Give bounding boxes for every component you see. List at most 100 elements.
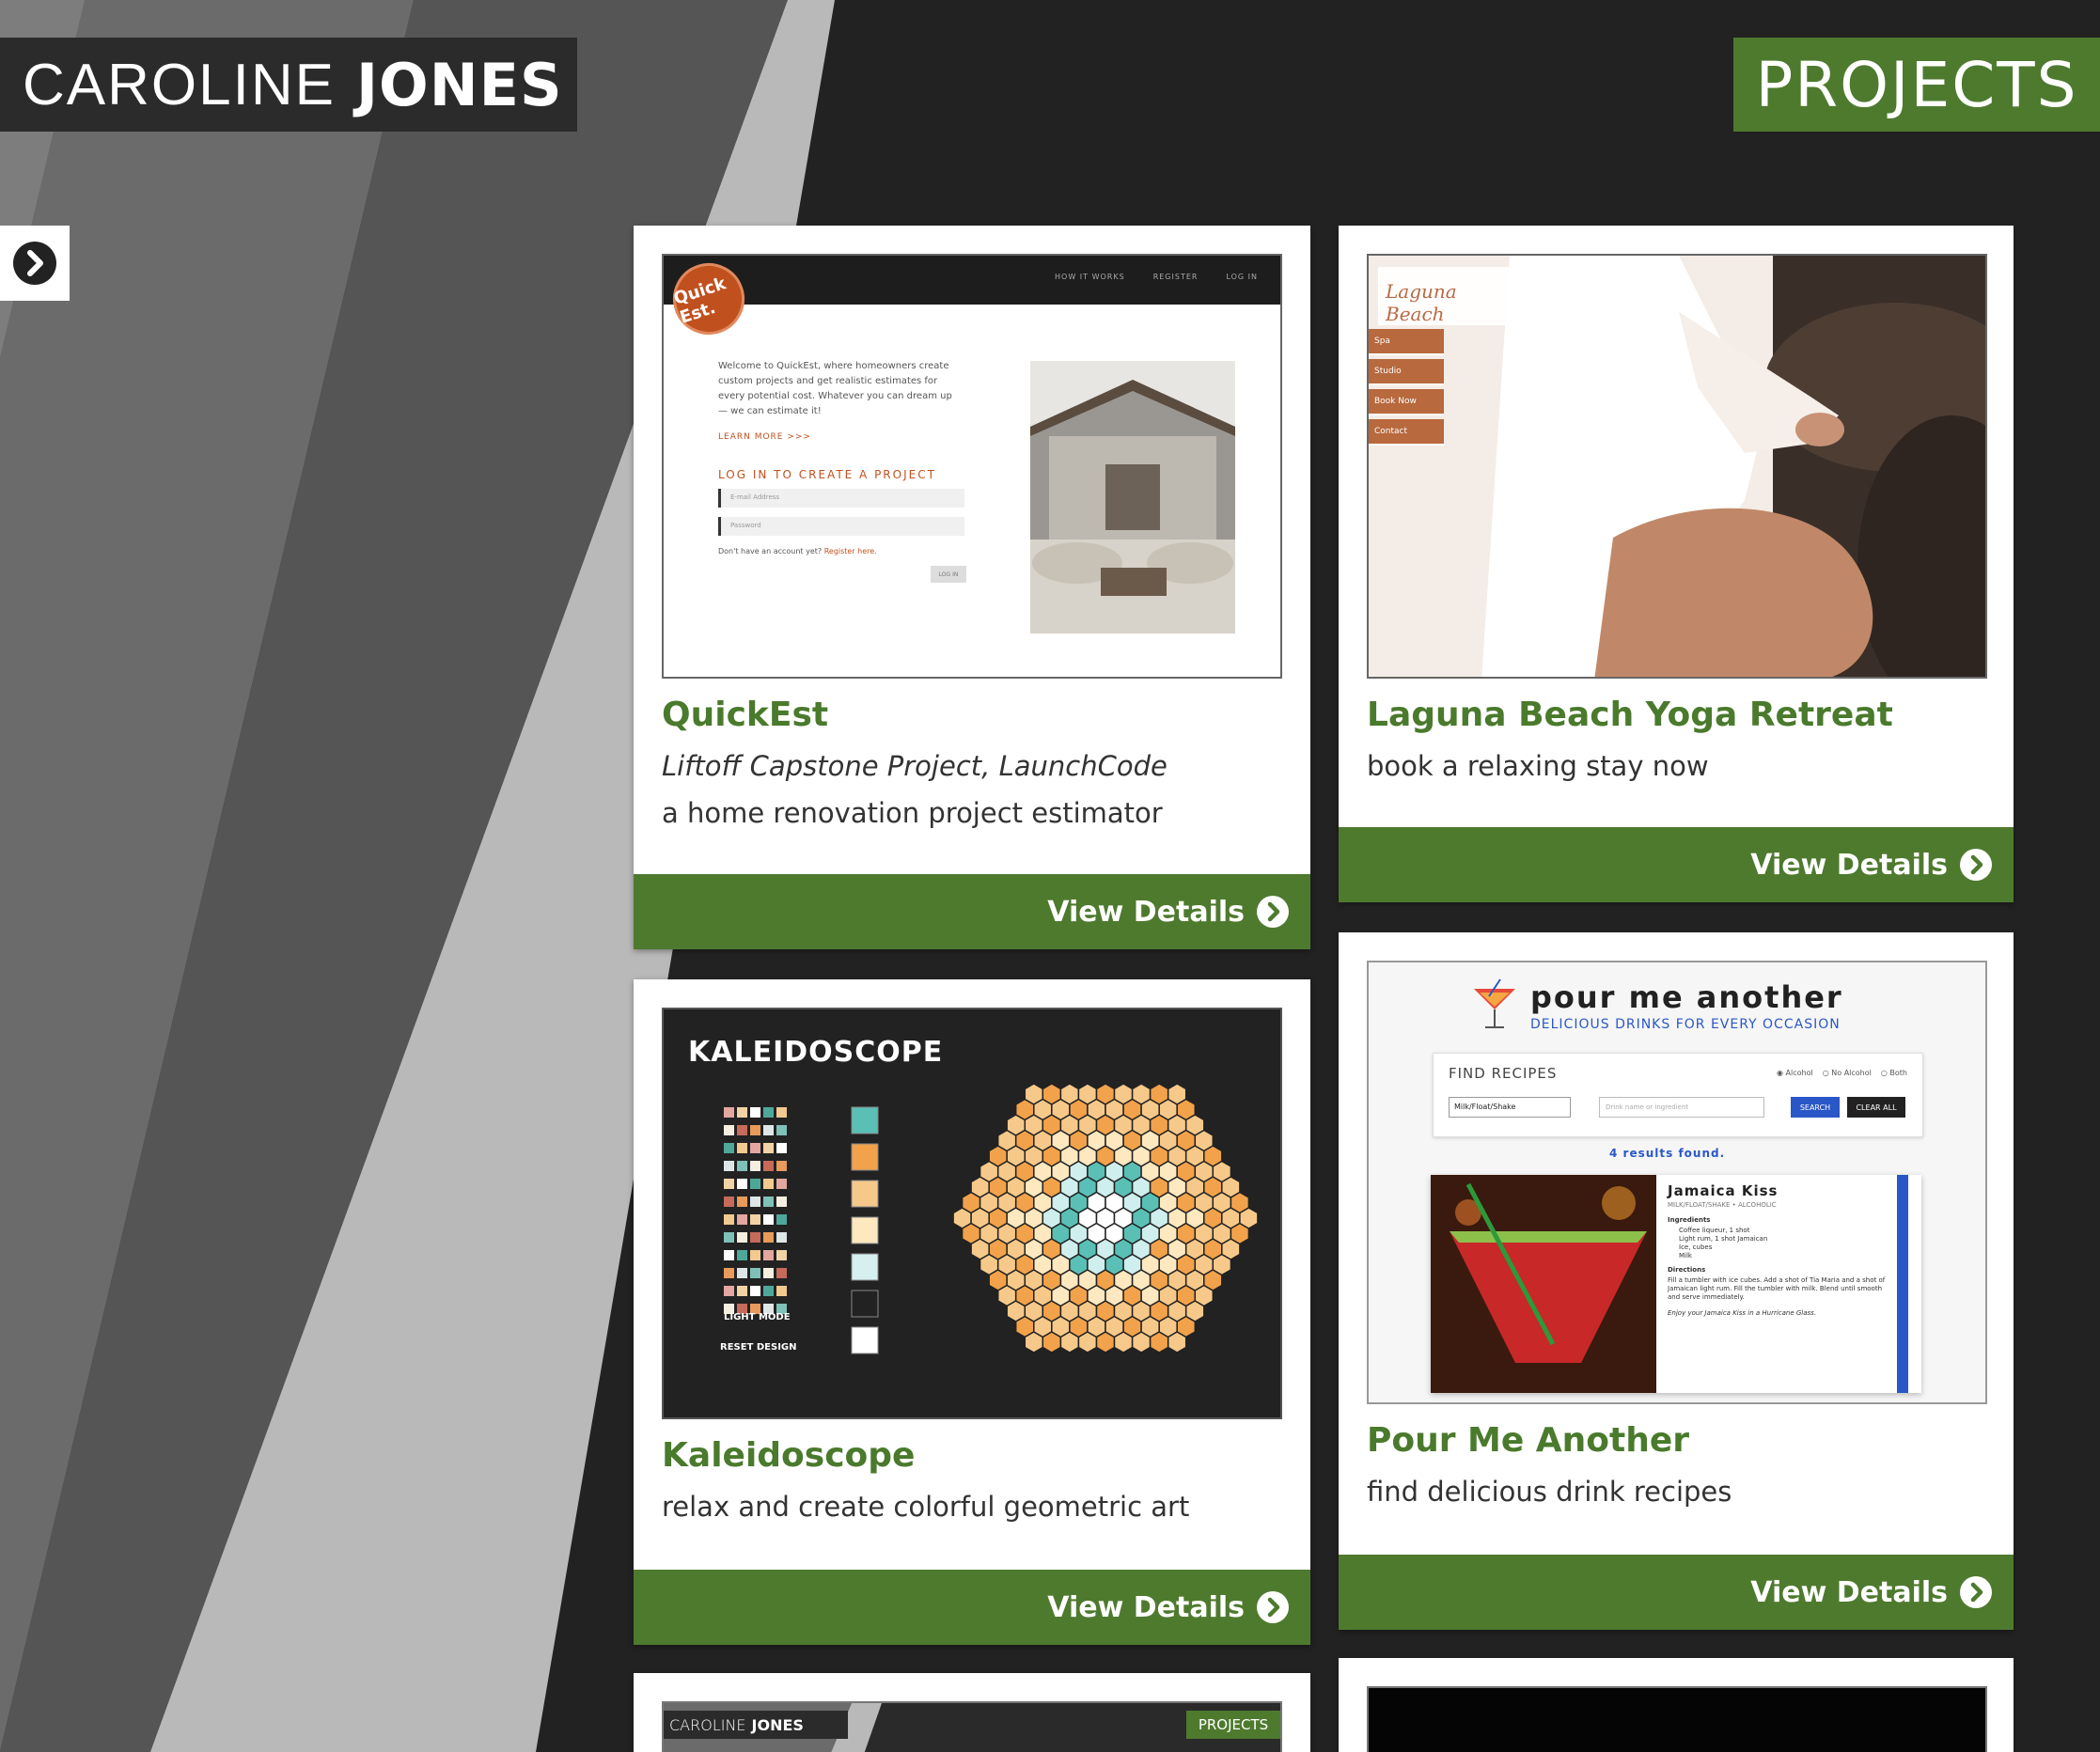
project-title[interactable]: Kaleidoscope — [662, 1436, 915, 1475]
preview-ingredient: Ice, cubes — [1679, 1244, 1713, 1251]
project-description: book a relaxing stay now — [1367, 750, 1709, 782]
view-details-label: View Details — [1750, 848, 1948, 882]
preview-brand: CAROLINE JONES — [664, 1711, 848, 1739]
palette-swatch — [750, 1197, 760, 1207]
nav-tab-projects[interactable]: PROJECTS — [1733, 38, 2100, 132]
palette-selected-color — [851, 1326, 879, 1354]
view-details-button[interactable]: View Details — [1339, 1555, 2014, 1630]
preview-radio-no-alcohol-label: No Alcohol — [1831, 1069, 1872, 1077]
preview-color-palettes — [724, 1083, 1259, 1354]
palette-swatch — [763, 1268, 774, 1278]
preview-menu-book-now: Book Now — [1369, 389, 1444, 415]
preview-ingredient: Milk — [1679, 1252, 1692, 1259]
palette-swatch — [737, 1179, 747, 1189]
palette-swatch — [724, 1214, 734, 1225]
palette-swatch — [750, 1286, 760, 1296]
sidebar-toggle-button[interactable] — [0, 226, 70, 301]
project-card-kaleidoscope: KALEIDOSCOPE LIGHT MODE RESET DESIGN Kal… — [634, 979, 1310, 1645]
palette-swatch — [737, 1125, 747, 1135]
palette-swatch — [724, 1250, 734, 1260]
preview-ingredient: Light rum, 1 shot Jamaican — [1679, 1235, 1768, 1243]
site-brand[interactable]: CAROLINE JONES — [0, 38, 577, 132]
preview-register-text: Don't have an account yet? — [718, 547, 823, 555]
preview-password-field: Password — [718, 517, 964, 536]
project-screenshot[interactable]: CAROLINE JONES PROJECTS — [662, 1701, 1282, 1752]
preview-login-heading: LOG IN TO CREATE A PROJECT — [718, 468, 936, 481]
project-card-partial — [1339, 1658, 2014, 1752]
preview-radio-both: ○ Both — [1880, 1069, 1907, 1077]
palette-swatch — [737, 1161, 747, 1171]
palette-selected-color — [851, 1290, 879, 1318]
palette-swatch — [763, 1125, 774, 1135]
palette-swatch — [724, 1107, 734, 1118]
palette-swatch — [763, 1107, 774, 1118]
palette-swatch — [776, 1268, 787, 1278]
palette-swatch — [763, 1179, 774, 1189]
preview-find-recipes-panel: FIND RECIPES ◉ Alcohol ○ No Alcohol ○ Bo… — [1433, 1053, 1923, 1137]
preview-serving-note: Enjoy your Jamaica Kiss in a Hurricane G… — [1668, 1309, 1817, 1317]
preview-drink-photo — [1431, 1175, 1656, 1393]
preview-directions-heading: Directions — [1668, 1266, 1706, 1274]
preview-clear-button: CLEAR ALL — [1847, 1097, 1905, 1118]
project-screenshot[interactable]: HOW IT WORKS REGISTER LOG IN Quick Est. … — [662, 254, 1282, 679]
preview-nav-login: LOG IN — [1226, 273, 1258, 281]
project-card-pour-me-another: pour me another DELICIOUS DRINKS FOR EVE… — [1339, 932, 2014, 1630]
view-details-button[interactable]: View Details — [634, 1570, 1310, 1645]
project-title[interactable]: QuickEst — [662, 696, 828, 734]
palette-swatch — [750, 1214, 760, 1225]
palette-swatch — [750, 1250, 760, 1260]
preview-recipe-card: Jamaica Kiss MILK/FLOAT/SHAKE • ALCOHOLI… — [1431, 1175, 1921, 1393]
palette-swatch — [737, 1143, 747, 1153]
project-screenshot[interactable] — [1367, 1686, 1987, 1752]
preview-ingredient: Coffee liqueur, 1 shot — [1679, 1227, 1750, 1234]
palette-swatch — [750, 1232, 760, 1243]
project-screenshot[interactable]: KALEIDOSCOPE LIGHT MODE RESET DESIGN — [662, 1008, 1282, 1419]
chevron-circle-right-icon — [1256, 895, 1290, 929]
palette-swatch — [737, 1268, 747, 1278]
preview-radio-group: ◉ Alcohol ○ No Alcohol ○ Both — [1777, 1069, 1907, 1077]
preview-menu-studio: Studio — [1369, 359, 1444, 385]
preview-radio-no-alcohol: ○ No Alcohol — [1822, 1069, 1872, 1077]
preview-search-input: Drink name or ingredient — [1599, 1097, 1764, 1118]
preview-living-room-photo — [1030, 361, 1235, 634]
palette-swatch — [737, 1197, 747, 1207]
view-details-button[interactable]: View Details — [1339, 827, 2014, 902]
palette-swatch — [737, 1214, 747, 1225]
preview-intro: Welcome to QuickEst, where homeowners cr… — [718, 361, 952, 416]
project-description: find delicious drink recipes — [1367, 1476, 1732, 1508]
preview-tagline: DELICIOUS DRINKS FOR EVERY OCCASION — [1530, 1017, 1841, 1032]
preview-nav-register: REGISTER — [1152, 273, 1199, 281]
view-details-button[interactable]: View Details — [634, 874, 1310, 949]
preview-drink-meta: MILK/FLOAT/SHAKE • ALCOHOLIC — [1668, 1201, 1777, 1209]
project-card-portfolio: CAROLINE JONES PROJECTS — [634, 1673, 1310, 1752]
brand-first-name: CAROLINE — [23, 52, 336, 117]
chevron-circle-right-icon — [1256, 1590, 1290, 1624]
preview-radio-alcohol-label: Alcohol — [1785, 1069, 1813, 1077]
palette-swatch — [724, 1197, 734, 1207]
preview-logo: Laguna Beach — [1378, 267, 1510, 325]
chevron-circle-right-icon — [1959, 1575, 1993, 1609]
palette-swatch — [737, 1250, 747, 1260]
preview-nav-how: HOW IT WORKS — [1055, 273, 1125, 281]
palette-swatch — [724, 1179, 734, 1189]
palette-selected-color — [851, 1180, 879, 1208]
palette-swatch — [776, 1214, 787, 1225]
project-title[interactable]: Laguna Beach Yoga Retreat — [1367, 696, 1893, 734]
preview-directions: Fill a tumbler with ice cubes. Add a sho… — [1668, 1276, 1886, 1301]
palette-swatch — [750, 1268, 760, 1278]
palette-swatch — [776, 1250, 787, 1260]
palette-swatch — [763, 1143, 774, 1153]
preview-ingredients-heading: Ingredients — [1668, 1216, 1711, 1224]
project-title[interactable]: Pour Me Another — [1367, 1421, 1689, 1460]
palette-swatch — [763, 1286, 774, 1296]
preview-brand: pour me another — [1530, 979, 1843, 1015]
project-screenshot[interactable]: Laguna Beach Spa Studio Book Now Contact — [1367, 254, 1987, 679]
project-screenshot[interactable]: pour me another DELICIOUS DRINKS FOR EVE… — [1367, 961, 1987, 1404]
palette-swatch — [724, 1268, 734, 1278]
preview-light-mode: LIGHT MODE — [724, 1312, 791, 1322]
palette-swatch — [724, 1232, 734, 1243]
palette-swatch — [724, 1143, 734, 1153]
palette-swatch — [763, 1214, 774, 1225]
chevron-circle-right-icon — [13, 242, 56, 285]
view-details-label: View Details — [1750, 1575, 1948, 1609]
